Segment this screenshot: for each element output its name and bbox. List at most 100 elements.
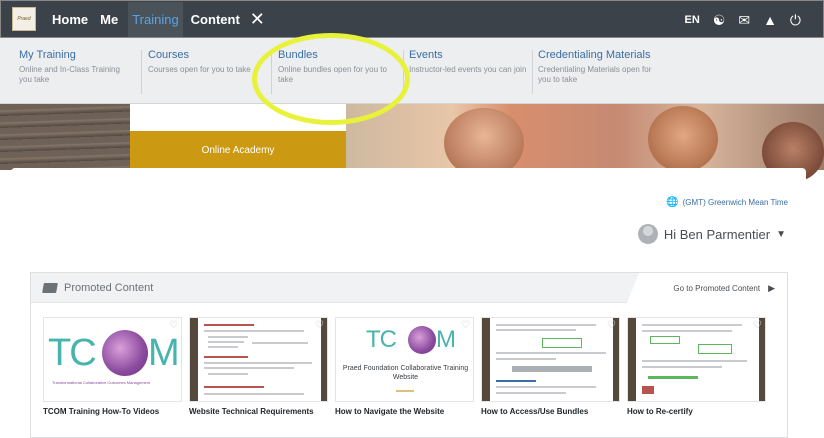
- card-thumbnail: ♡: [189, 317, 328, 402]
- menu-item-title: Events: [409, 49, 443, 61]
- menu-item-title: Credentialing Materials: [538, 49, 651, 61]
- hero-banner-image: Online Academy: [0, 104, 824, 182]
- card-thumbnail: TC M Transformational Collaborative Outc…: [43, 317, 182, 402]
- doc-heading-line: [204, 356, 248, 358]
- menu-divider: [141, 50, 142, 94]
- doc-image-strip: [512, 366, 592, 372]
- doc-line: [642, 366, 722, 368]
- card-title: How to Navigate the Website: [335, 407, 445, 416]
- site-logo[interactable]: Praed: [12, 7, 36, 31]
- menu-divider: [271, 50, 272, 94]
- globe-icon: 🌐: [666, 197, 679, 208]
- doc-line: [642, 360, 747, 362]
- training-dropdown-menu: My Training Online and In-Class Training…: [0, 38, 824, 104]
- favorite-heart-icon[interactable]: ♡: [315, 320, 324, 331]
- tcom-logo-subtitle: Transformational Collaborative Outcomes …: [52, 380, 151, 385]
- online-academy-card[interactable]: Online Academy: [130, 104, 346, 170]
- folder-icon: [42, 282, 58, 293]
- doc-line: [642, 324, 742, 326]
- tcom-logo-text: TC: [48, 332, 97, 374]
- banner-child-face: [648, 106, 718, 172]
- promoted-card-tcom-videos[interactable]: TC M Transformational Collaborative Outc…: [43, 317, 182, 417]
- tcom-logo-image: TC M Transformational Collaborative Outc…: [44, 318, 181, 401]
- doc-heading-line: [204, 324, 254, 326]
- doc-logo-mark: [642, 386, 654, 394]
- academy-label: Online Academy: [130, 131, 346, 170]
- tcom-globe-graphic: [102, 330, 148, 376]
- doc-line: [496, 386, 596, 388]
- doc-line: [642, 330, 732, 332]
- doc-line: [208, 341, 244, 343]
- tcom-website-preview: TC M Praed Foundation Collaborative Trai…: [336, 318, 473, 401]
- menu-item-desc: Online and In-Class Training you take: [19, 65, 120, 84]
- card-thumbnail: TC M Praed Foundation Collaborative Trai…: [335, 317, 474, 402]
- promoted-card-access-bundles[interactable]: ♡ How to Access/Use Bundles: [481, 317, 620, 417]
- nav-content[interactable]: Content: [191, 12, 240, 27]
- menu-divider: [532, 50, 533, 94]
- doc-line: [204, 393, 304, 395]
- card-title: How to Access/Use Bundles: [481, 407, 589, 416]
- doc-line: [252, 342, 308, 344]
- mail-icon[interactable]: ✉: [738, 13, 750, 27]
- promoted-cards-list: TC M Transformational Collaborative Outc…: [43, 317, 766, 417]
- top-nav-bar: Praed Home Me Training Content ✕ EN ☯ ✉ …: [0, 0, 824, 38]
- timezone-link[interactable]: 🌐 (GMT) Greenwich Mean Time: [666, 197, 788, 208]
- card-title: TCOM Training How-To Videos: [43, 407, 160, 416]
- highlight-box: [542, 338, 582, 348]
- doc-line: [208, 346, 238, 348]
- promoted-card-technical-requirements[interactable]: ♡ Website Technical Requirements: [189, 317, 328, 417]
- doc-line: [208, 373, 248, 375]
- language-selector[interactable]: EN: [684, 14, 699, 26]
- doc-heading-line: [496, 380, 536, 382]
- menu-item-title: My Training: [19, 49, 76, 61]
- menu-item-credentialing-materials[interactable]: Credentialing Materials Credentialing Ma…: [538, 49, 663, 85]
- doc-line: [496, 358, 556, 360]
- promoted-content-header: Promoted Content Go to Promoted Content …: [31, 273, 787, 303]
- close-menu-icon[interactable]: ✕: [250, 10, 265, 28]
- highlight-box: [698, 344, 732, 354]
- doc-green-bar: [648, 376, 698, 379]
- promoted-content-title: Promoted Content: [64, 281, 154, 294]
- user-menu[interactable]: Hi Ben Parmentier ▼: [637, 224, 786, 244]
- logo-text: Praed: [17, 16, 31, 22]
- avatar: [637, 224, 658, 244]
- signature-mark: [396, 390, 414, 392]
- nav-me[interactable]: Me: [100, 12, 118, 27]
- menu-item-desc: Courses open for you to take: [148, 65, 251, 74]
- topbar-utilities: EN ☯ ✉ ▲ ⏻: [684, 1, 801, 39]
- promoted-card-recertify[interactable]: ♡ How to Re-certify: [627, 317, 766, 417]
- card-title: How to Re-certify: [627, 407, 693, 416]
- doc-line: [496, 324, 596, 326]
- main-content-panel: 🌐 (GMT) Greenwich Mean Time Hi Ben Parme…: [11, 168, 806, 438]
- highlight-box: [650, 336, 680, 344]
- menu-item-my-training[interactable]: My Training Online and In-Class Training…: [19, 49, 134, 85]
- promoted-card-navigate-website[interactable]: TC M Praed Foundation Collaborative Trai…: [335, 317, 474, 417]
- power-icon[interactable]: ⏻: [790, 13, 801, 27]
- go-to-promoted-content-link[interactable]: Go to Promoted Content ▶: [627, 273, 787, 303]
- tcom-logo-text-end: M: [436, 326, 456, 353]
- academy-card-top: [130, 104, 346, 131]
- promoted-content-widget: Promoted Content Go to Promoted Content …: [30, 272, 788, 438]
- menu-item-courses[interactable]: Courses Courses open for you to take: [148, 49, 266, 75]
- nav-home[interactable]: Home: [52, 12, 88, 27]
- favorite-heart-icon[interactable]: ♡: [169, 320, 178, 331]
- people-icon[interactable]: ☯: [713, 13, 726, 27]
- doc-line: [208, 336, 248, 338]
- website-caption: Praed Foundation Collaborative Training …: [342, 365, 469, 381]
- bell-icon[interactable]: ▲: [763, 13, 777, 27]
- timezone-label: (GMT) Greenwich Mean Time: [682, 198, 788, 207]
- nav-training[interactable]: Training: [128, 1, 183, 37]
- menu-item-events[interactable]: Events Instructor-led events you can joi…: [409, 49, 527, 75]
- menu-item-desc: Credentialing Materials open for you to …: [538, 65, 652, 84]
- doc-line: [204, 362, 312, 364]
- chevron-right-icon: ▶: [768, 282, 775, 293]
- tcom-globe-graphic: [408, 326, 436, 354]
- menu-item-desc: Instructor-led events you can join: [409, 65, 527, 74]
- favorite-heart-icon[interactable]: ♡: [753, 320, 762, 331]
- menu-item-title: Courses: [148, 49, 189, 61]
- favorite-heart-icon[interactable]: ♡: [461, 320, 470, 331]
- menu-item-bundles[interactable]: Bundles Online bundles open for you to t…: [278, 49, 396, 85]
- favorite-heart-icon[interactable]: ♡: [607, 320, 616, 331]
- card-thumbnail: ♡: [481, 317, 620, 402]
- card-thumbnail: ♡: [627, 317, 766, 402]
